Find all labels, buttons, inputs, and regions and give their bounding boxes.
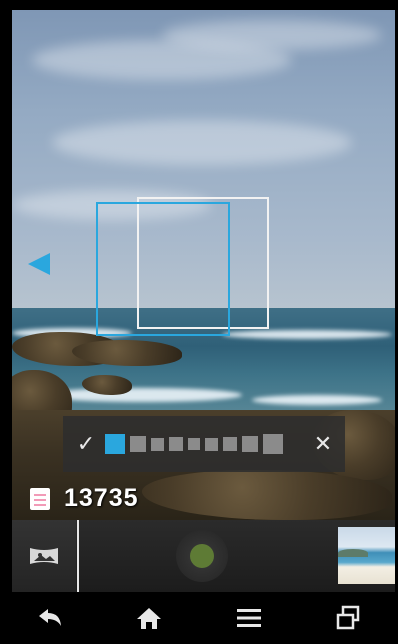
panorama-size-bar: ✓ ✕ — [63, 416, 345, 472]
preset-size-option[interactable] — [223, 437, 237, 451]
wave-foam — [42, 388, 242, 402]
preset-size-option[interactable] — [205, 437, 218, 451]
preset-size-option[interactable] — [242, 436, 258, 452]
recent-apps-button[interactable] — [324, 598, 372, 638]
panorama-icon — [29, 546, 59, 566]
home-button[interactable] — [125, 598, 173, 638]
thumbnail-hill — [338, 549, 368, 557]
last-photo-thumbnail[interactable] — [338, 527, 395, 584]
wave-foam — [222, 330, 392, 339]
cloud — [52, 120, 352, 165]
preset-size-option[interactable] — [263, 434, 283, 454]
back-arrow-icon — [38, 609, 61, 626]
document-icon — [30, 487, 50, 510]
home-icon — [137, 608, 162, 629]
shot-counter-value: 13735 — [64, 484, 139, 512]
preset-size-options — [105, 434, 283, 454]
camera-controls — [12, 520, 395, 592]
preset-size-option[interactable] — [169, 437, 183, 451]
menu-icon — [236, 609, 261, 627]
navigation-bar — [0, 592, 398, 644]
cloud — [162, 20, 382, 50]
wave-foam — [252, 395, 382, 405]
recent-apps-icon — [337, 605, 360, 630]
panorama-mode-button[interactable] — [12, 520, 76, 592]
close-icon[interactable]: ✕ — [311, 433, 335, 455]
check-icon[interactable]: ✓ — [73, 433, 99, 455]
capture-frame-target — [96, 202, 230, 336]
shutter-button[interactable] — [190, 544, 214, 568]
pan-left-arrow-icon — [28, 253, 50, 275]
preset-size-option[interactable] — [151, 437, 164, 451]
preset-size-option[interactable] — [130, 436, 146, 452]
shutter-halo — [176, 530, 228, 582]
menu-button[interactable] — [225, 598, 273, 638]
preset-size-option[interactable] — [188, 438, 200, 450]
back-button[interactable] — [26, 598, 74, 638]
camera-screen: ✓ ✕ 13735 — [0, 0, 398, 644]
preset-size-option[interactable] — [105, 434, 125, 454]
shot-counter: 13735 — [30, 484, 139, 513]
panorama-progress-line — [77, 520, 79, 592]
